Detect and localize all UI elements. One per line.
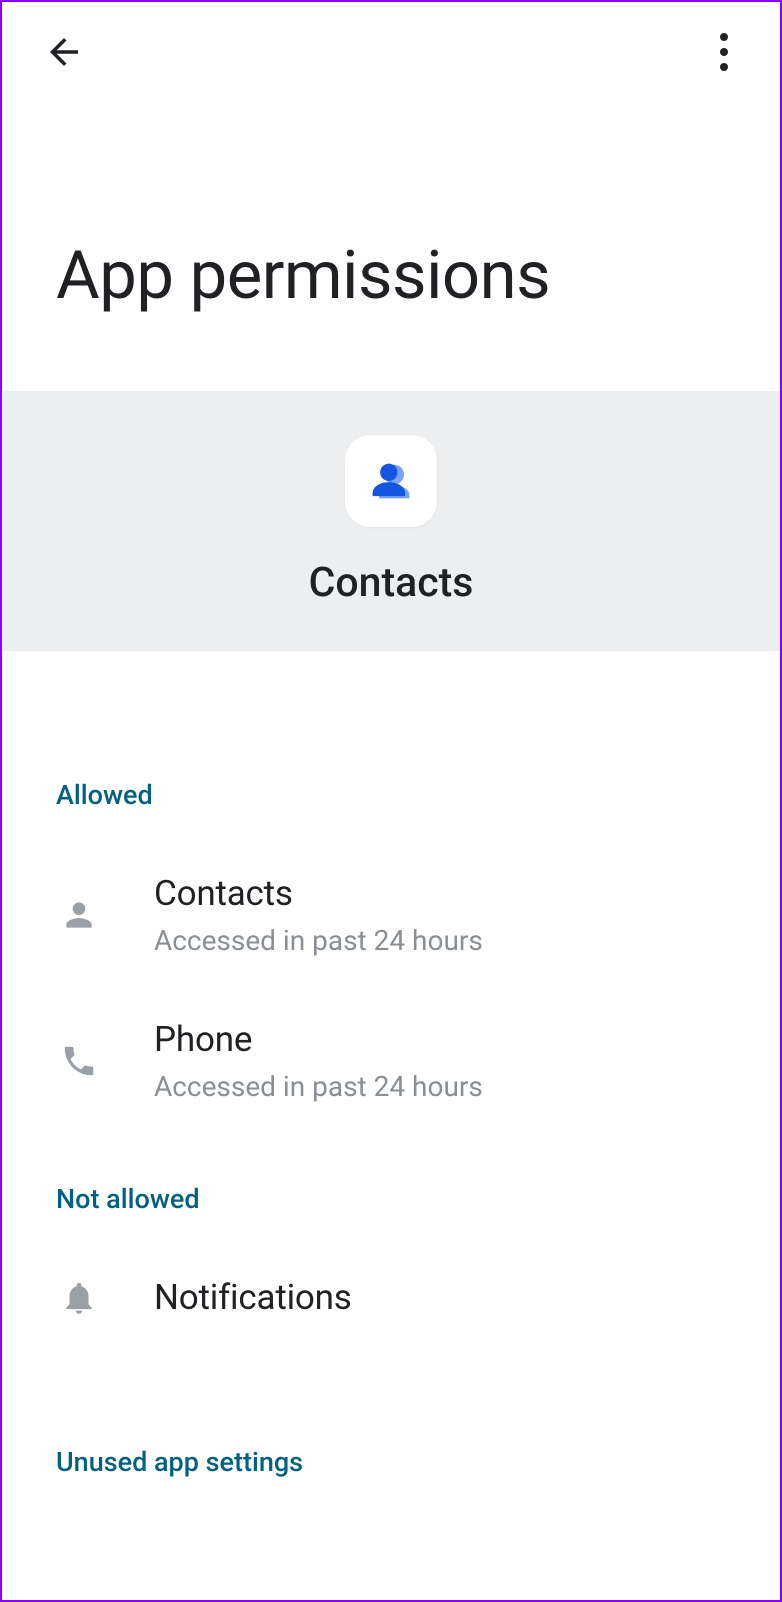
arrow-back-icon xyxy=(43,31,85,73)
section-header-unused: Unused app settings xyxy=(56,1446,726,1478)
top-bar xyxy=(2,2,780,102)
bell-icon xyxy=(56,1279,102,1317)
app-summary-card: Contacts xyxy=(2,391,780,651)
permission-row-phone[interactable]: Phone Accessed in past 24 hours xyxy=(56,1019,726,1103)
phone-icon xyxy=(56,1042,102,1080)
permission-subtitle: Accessed in past 24 hours xyxy=(154,924,483,957)
more-vert-icon xyxy=(720,33,728,71)
permission-title: Phone xyxy=(154,1019,483,1060)
section-header-not-allowed: Not allowed xyxy=(56,1183,726,1215)
section-header-allowed: Allowed xyxy=(56,779,726,811)
more-options-button[interactable] xyxy=(696,24,752,80)
permission-row-contacts[interactable]: Contacts Accessed in past 24 hours xyxy=(56,873,726,957)
permission-title: Notifications xyxy=(154,1277,352,1318)
person-icon xyxy=(56,896,102,934)
permission-subtitle: Accessed in past 24 hours xyxy=(154,1070,483,1103)
page-title: App permissions xyxy=(2,102,780,315)
app-icon-container xyxy=(345,435,437,527)
permissions-list: Allowed Contacts Accessed in past 24 hou… xyxy=(2,651,780,1478)
back-button[interactable] xyxy=(36,24,92,80)
contacts-app-icon xyxy=(365,455,417,507)
permission-title: Contacts xyxy=(154,873,483,914)
permission-row-notifications[interactable]: Notifications xyxy=(56,1277,726,1318)
app-name: Contacts xyxy=(309,559,474,607)
